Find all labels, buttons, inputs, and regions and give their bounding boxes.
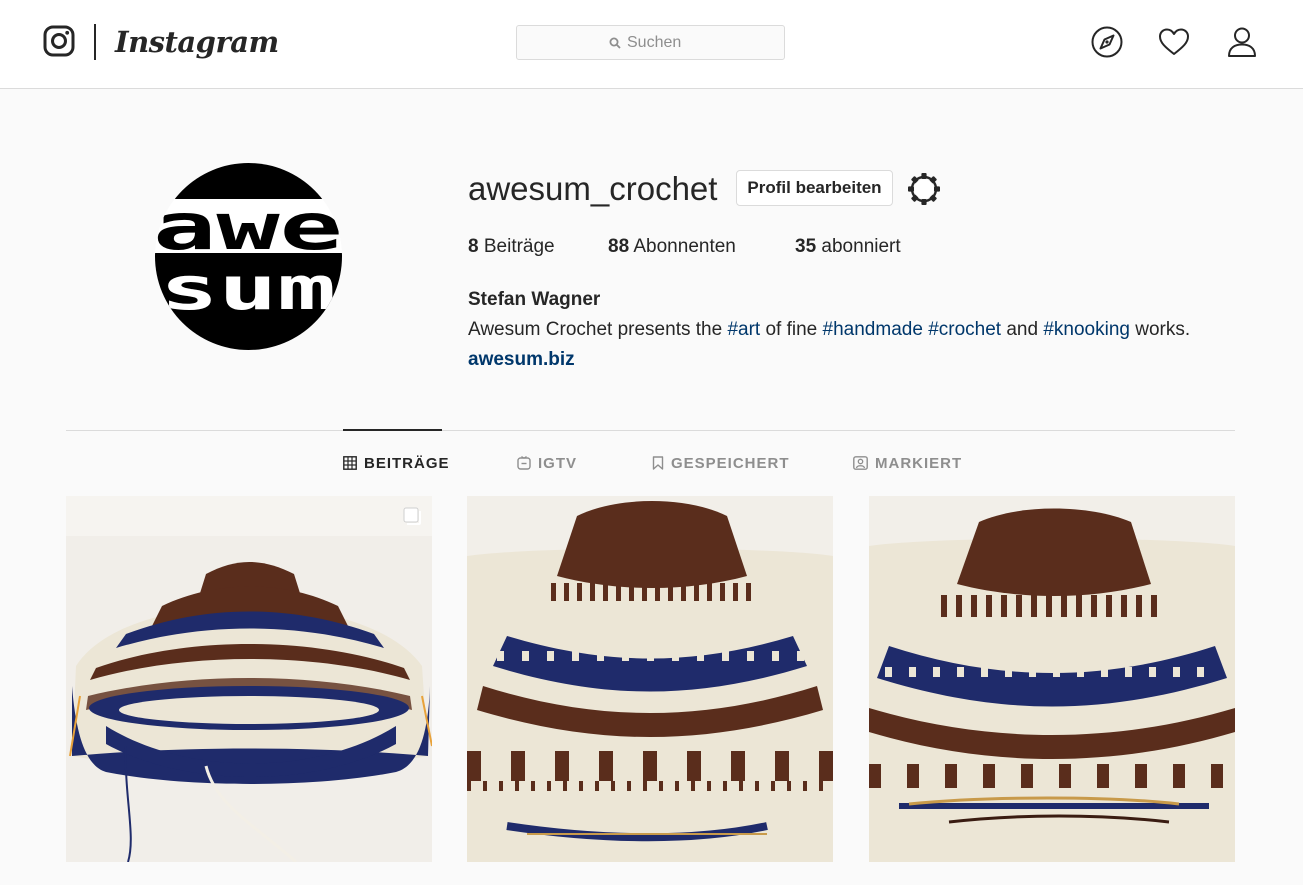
profile-username: awesum_crochet [468,170,718,207]
profile-bio: Awesum Crochet presents the #art of fine… [468,319,1190,341]
grid-icon [343,456,357,470]
top-navigation: Instagram [0,0,1303,89]
tab-posts[interactable]: BEITRÄGE [343,453,450,475]
profile-avatar[interactable]: awe sum [155,163,342,350]
heart-icon[interactable] [1156,24,1192,60]
logo-divider [94,24,96,60]
hashtag-link[interactable]: #knooking [1043,319,1130,340]
search-box[interactable] [516,25,785,60]
avatar-text-sum: sum [160,254,336,324]
gear-icon[interactable] [906,171,942,207]
igtv-icon [517,456,531,470]
tab-igtv[interactable]: IGTV [517,453,577,475]
bookmark-icon [652,456,664,470]
edit-profile-button[interactable]: Profil bearbeiten [736,170,893,206]
followers-count-label: Abonnenten [633,236,736,257]
bio-text: works. [1129,319,1191,340]
bio-text: of fine [760,319,823,340]
post-thumbnail[interactable] [467,496,833,862]
posts-count-number: 8 [468,236,479,257]
tab-saved-label: GESPEICHERT [671,455,790,472]
user-icon[interactable] [1224,24,1260,60]
tagged-icon [853,456,868,470]
tab-tagged[interactable]: MARKIERT [853,453,962,475]
hashtag-link[interactable]: #crochet [928,319,1001,340]
instagram-wordmark[interactable]: Instagram [115,20,279,64]
post-thumbnail[interactable] [66,496,432,862]
posts-count: 8 Beiträge [468,236,555,258]
hashtag-link[interactable]: #art [727,319,760,340]
followers-count[interactable]: 88 Abonnenten [608,236,736,258]
tab-posts-label: BEITRÄGE [364,455,450,472]
tab-saved[interactable]: GESPEICHERT [652,453,790,475]
tab-igtv-label: IGTV [538,455,578,472]
post-image [869,496,1235,862]
posts-count-label: Beiträge [483,236,555,257]
active-tab-indicator [343,429,442,431]
bio-text: Awesum Crochet presents the [468,319,728,340]
search-input[interactable] [627,26,777,59]
post-image [66,496,432,862]
search-icon [609,37,621,49]
following-count[interactable]: 35 abonniert [795,236,901,258]
post-image [467,496,833,862]
tabs-divider [66,430,1235,431]
tab-tagged-label: MARKIERT [875,455,963,472]
multiple-images-icon [403,507,421,525]
bio-text: and [1001,319,1044,340]
following-count-number: 35 [795,236,817,257]
profile-website-link[interactable]: awesum.biz [468,349,575,371]
instagram-camera-icon[interactable] [43,25,75,57]
hashtag-link[interactable]: #handmade [823,319,923,340]
followers-count-number: 88 [608,236,630,257]
following-count-label: abonniert [821,236,901,257]
post-thumbnail[interactable] [869,496,1235,862]
compass-icon[interactable] [1089,24,1125,60]
profile-full-name: Stefan Wagner [468,289,601,310]
